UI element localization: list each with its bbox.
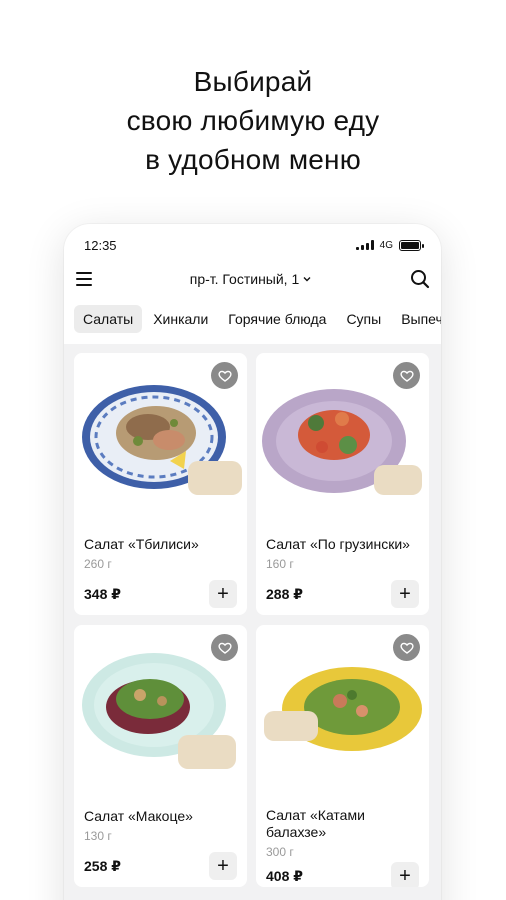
product-name: Салат «Макоце» — [84, 808, 193, 824]
status-bar: 12:35 4G — [84, 236, 424, 254]
product-name: Салат «Катами балахзе» — [266, 807, 365, 840]
nav-row: пр-т. Гостиный, 1 — [76, 267, 431, 291]
tab-pastry[interactable]: Выпечка — [392, 305, 441, 333]
tab-hot-dishes[interactable]: Горячие блюда — [219, 305, 335, 333]
heart-icon[interactable] — [393, 362, 420, 389]
heart-icon[interactable] — [211, 362, 238, 389]
address-selector[interactable]: пр-т. Гостиный, 1 — [190, 271, 312, 287]
product-price: 348 ₽ — [84, 586, 121, 602]
product-weight: 160 г — [266, 557, 294, 571]
add-to-cart-button[interactable]: + — [391, 580, 419, 608]
hamburger-icon[interactable] — [76, 272, 92, 286]
product-price: 288 ₽ — [266, 586, 303, 602]
heart-icon[interactable] — [393, 634, 420, 661]
battery-icon — [399, 239, 424, 251]
headline-line-2: свою любимую еду — [126, 105, 380, 136]
network-label: 4G — [379, 239, 393, 251]
chevron-down-icon — [303, 274, 311, 284]
product-grid: Салат «Тбилиси» 260 г 348 ₽ + Салат «По … — [74, 353, 431, 887]
product-card[interactable]: Салат «Катами балахзе» 300 г 408 ₽ + — [256, 625, 429, 887]
app-header: 12:35 4G пр-т. Гостиный, 1 Салаты Хинкал… — [64, 224, 441, 344]
tab-soups[interactable]: Супы — [337, 305, 390, 333]
product-name: Салат «Тбилиси» — [84, 536, 199, 552]
product-card[interactable]: Салат «Макоце» 130 г 258 ₽ + — [74, 625, 247, 887]
product-price: 258 ₽ — [84, 858, 121, 874]
product-weight: 260 г — [84, 557, 112, 571]
add-to-cart-button[interactable]: + — [209, 852, 237, 880]
product-price: 408 ₽ — [266, 868, 303, 884]
product-card[interactable]: Салат «По грузински» 160 г 288 ₽ + — [256, 353, 429, 615]
status-indicators: 4G — [355, 239, 424, 251]
product-name: Салат «По грузински» — [266, 536, 410, 552]
add-to-cart-button[interactable]: + — [209, 580, 237, 608]
tab-salads[interactable]: Салаты — [74, 305, 143, 333]
search-icon[interactable] — [409, 268, 431, 290]
phone-screen: 12:35 4G пр-т. Гостиный, 1 Салаты Хинкал… — [64, 224, 441, 900]
headline-line-3: в удобном меню — [145, 144, 361, 175]
heart-icon[interactable] — [211, 634, 238, 661]
tab-khinkali[interactable]: Хинкали — [144, 305, 217, 333]
add-to-cart-button[interactable]: + — [391, 862, 419, 887]
product-weight: 130 г — [84, 829, 112, 843]
promo-headline: Выбирай свою любимую еду в удобном меню — [0, 62, 506, 179]
product-card[interactable]: Салат «Тбилиси» 260 г 348 ₽ + — [74, 353, 247, 615]
category-tabs: Салаты Хинкали Горячие блюда Супы Выпечк… — [74, 305, 441, 333]
product-weight: 300 г — [266, 845, 294, 859]
signal-icon — [355, 240, 374, 250]
address-label: пр-т. Гостиный, 1 — [189, 271, 300, 287]
status-time: 12:35 — [84, 237, 117, 253]
headline-line-1: Выбирай — [193, 66, 313, 97]
